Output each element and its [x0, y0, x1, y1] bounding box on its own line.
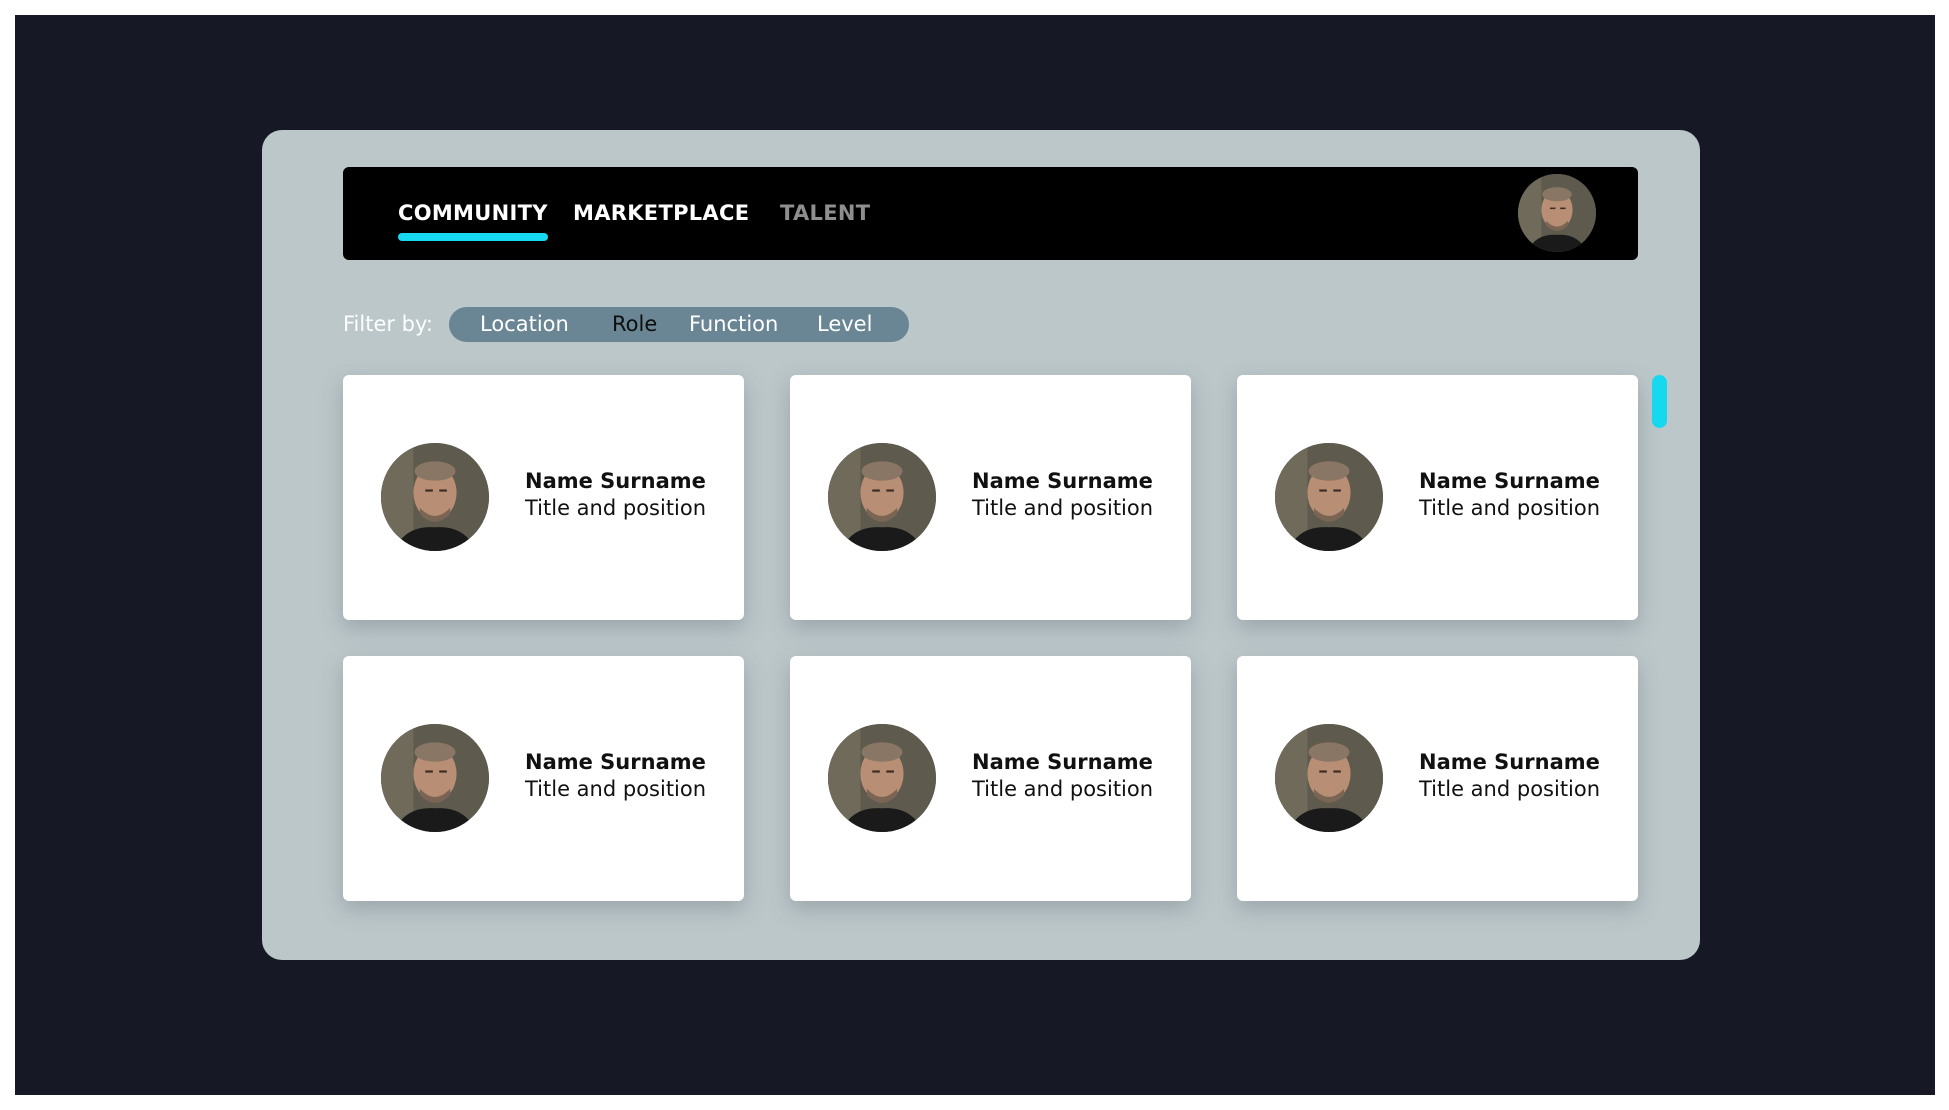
profile-card[interactable]: Name Surname Title and position	[790, 656, 1191, 901]
filter-level[interactable]: Level	[817, 312, 872, 336]
profile-card[interactable]: Name Surname Title and position	[343, 656, 744, 901]
top-navbar: COMMUNITY MARKETPLACE TALENT	[343, 167, 1638, 260]
card-name: Name Surname	[525, 469, 706, 493]
tab-community[interactable]: COMMUNITY	[398, 201, 548, 241]
profile-photo-avatar	[1275, 443, 1383, 551]
tab-talent[interactable]: TALENT	[780, 201, 870, 225]
profile-card[interactable]: Name Surname Title and position	[790, 375, 1191, 620]
profile-card[interactable]: Name Surname Title and position	[1237, 375, 1638, 620]
card-title: Title and position	[1419, 496, 1601, 520]
profile-photo-avatar	[1275, 724, 1383, 832]
card-title: Title and position	[972, 777, 1154, 801]
filter-location[interactable]: Location	[480, 312, 569, 336]
scrollbar-thumb[interactable]	[1652, 375, 1667, 428]
card-name: Name Surname	[525, 750, 706, 774]
card-name: Name Surname	[972, 750, 1153, 774]
tab-community-label: COMMUNITY	[398, 201, 548, 225]
profile-card[interactable]: Name Surname Title and position	[343, 375, 744, 620]
filter-role[interactable]: Role	[612, 312, 657, 336]
filter-bar: Location Role Function Level	[449, 307, 909, 342]
card-title: Title and position	[972, 496, 1154, 520]
filter-label: Filter by:	[343, 312, 433, 336]
card-title: Title and position	[525, 777, 707, 801]
filter-function[interactable]: Function	[689, 312, 778, 336]
card-name: Name Surname	[1419, 750, 1600, 774]
tab-marketplace[interactable]: MARKETPLACE	[573, 201, 749, 225]
tab-marketplace-label: MARKETPLACE	[573, 201, 750, 225]
card-name: Name Surname	[972, 469, 1153, 493]
card-name: Name Surname	[1419, 469, 1600, 493]
tab-talent-label: TALENT	[780, 201, 871, 225]
profile-photo-avatar	[381, 724, 489, 832]
profile-photo-avatar	[828, 443, 936, 551]
profile-photo-avatar	[828, 724, 936, 832]
user-avatar-icon[interactable]	[1518, 174, 1596, 252]
app-window: COMMUNITY MARKETPLACE TALENT Filter by: …	[262, 130, 1700, 960]
profile-photo-avatar	[381, 443, 489, 551]
card-title: Title and position	[525, 496, 707, 520]
profile-card[interactable]: Name Surname Title and position	[1237, 656, 1638, 901]
active-tab-indicator	[398, 233, 548, 241]
card-title: Title and position	[1419, 777, 1601, 801]
